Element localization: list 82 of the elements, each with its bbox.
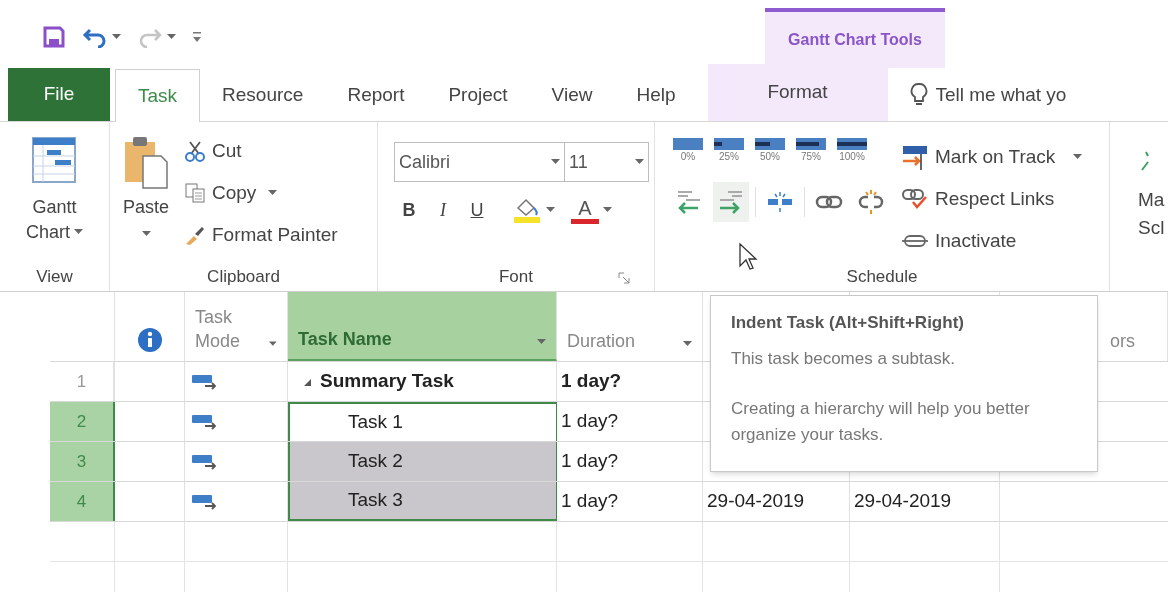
contextual-tab-title: Gantt Chart Tools (788, 30, 922, 50)
duration-cell: 1 day? (557, 362, 703, 401)
column-header[interactable]: Task Name (288, 292, 557, 361)
percent-complete-button[interactable]: 100% (835, 138, 869, 164)
lightbulb-icon (909, 82, 928, 108)
start-date-cell-text: 29-04-2019 (707, 489, 805, 514)
link-icon (815, 193, 843, 211)
clipboard-icon (123, 134, 169, 190)
split-task-icon (766, 190, 794, 214)
auto-schedule-icon (191, 412, 217, 431)
mark-on-track-icon (901, 144, 929, 170)
column-header[interactable]: Duration (557, 292, 703, 361)
text-style-button[interactable]: U (468, 196, 486, 224)
caret-icon (74, 229, 83, 235)
caret-icon (683, 341, 692, 347)
caret-icon (269, 341, 277, 347)
duration-cell: 1 day? (557, 442, 703, 481)
ribbon-tab[interactable]: Help (614, 69, 698, 121)
caret-icon (546, 207, 555, 213)
task-name-cell[interactable]: Task 3 (288, 482, 557, 521)
finish-date-cell-text: 29-04-2019 (854, 489, 952, 514)
inactivate-icon (901, 232, 929, 250)
ribbon-tab[interactable]: Format (707, 64, 888, 121)
percent-complete-button[interactable]: 75% (794, 138, 828, 164)
schedule-action-button[interactable]: Respect Links (901, 180, 1083, 218)
task-name-cell[interactable]: Summary Task (288, 362, 557, 401)
clipboard-button[interactable]: Cut (184, 134, 338, 168)
broken-link-icon (857, 189, 885, 215)
font-name-dropdown[interactable]: Calibri (394, 142, 565, 182)
scissors-icon (184, 140, 206, 162)
percent-complete-button[interactable]: 25% (712, 138, 746, 164)
percent-complete-button[interactable]: 50% (753, 138, 787, 164)
caret-icon (635, 159, 644, 165)
group-label: Schedule (846, 266, 918, 289)
percent-complete-button[interactable]: 0% (671, 138, 705, 164)
auto-schedule-icon (191, 492, 217, 511)
caret-icon (551, 159, 560, 165)
caret-icon (268, 190, 278, 196)
ribbon-tab[interactable]: View (529, 69, 615, 121)
paintbrush-icon (184, 224, 206, 246)
copy-icon (184, 182, 206, 204)
ribbon-tab[interactable]: Resource (200, 69, 326, 121)
paste-button[interactable]: Paste (116, 134, 176, 258)
caret-icon (141, 231, 151, 237)
customize-icon[interactable] (192, 30, 202, 43)
save-icon[interactable] (42, 24, 66, 49)
font-color-button[interactable]: A (571, 196, 599, 224)
caret-icon (112, 33, 121, 40)
tell-me-field[interactable]: Tell me what yo (935, 80, 1106, 110)
caret-icon (537, 339, 546, 345)
ribbon-button[interactable]: Ma Scl (1138, 150, 1168, 242)
ribbon-tab[interactable]: Project (426, 69, 530, 121)
caret-icon (1073, 154, 1083, 160)
text-style-button[interactable]: B (400, 196, 418, 224)
auto-schedule-icon (191, 372, 217, 391)
dialog-launcher-icon[interactable] (618, 272, 630, 284)
fill-color-icon[interactable] (512, 196, 542, 224)
font-size-dropdown[interactable]: 11 (565, 142, 649, 182)
info-icon (136, 327, 163, 353)
caret-icon (167, 33, 176, 40)
group-label: View (36, 266, 73, 289)
auto-schedule-icon (191, 452, 217, 471)
table-row[interactable]: 4 Task 3 1 day? 29-04-2019 29-04-2019 (50, 482, 1168, 522)
duration-cell: 1 day? (557, 482, 703, 521)
text-style-button[interactable]: I (434, 196, 452, 224)
schedule-action-button[interactable]: Inactivate (901, 222, 1083, 260)
schedule-tool-button[interactable] (713, 182, 749, 222)
gantt-chart-button[interactable]: Gantt Chart (26, 136, 83, 244)
task-name-cell[interactable]: Task 2 (288, 442, 557, 481)
clipboard-button[interactable]: Copy (184, 176, 338, 210)
cursor-icon (738, 242, 758, 272)
ribbon-tab[interactable]: Report (325, 69, 427, 121)
clipboard-button[interactable]: Format Painter (184, 218, 338, 252)
caret-icon (603, 207, 612, 213)
schedule-action-button[interactable]: Mark on Track (901, 138, 1083, 176)
group-label: Font (499, 266, 533, 289)
respect-links-icon (901, 187, 929, 211)
group-label: Clipboard (207, 266, 280, 289)
duration-cell: 1 day? (557, 402, 703, 441)
tooltip-title: Indent Task (Alt+Shift+Right) (731, 312, 965, 334)
ribbon-tab[interactable]: Task (115, 69, 201, 122)
file-tab[interactable]: File (8, 68, 110, 121)
